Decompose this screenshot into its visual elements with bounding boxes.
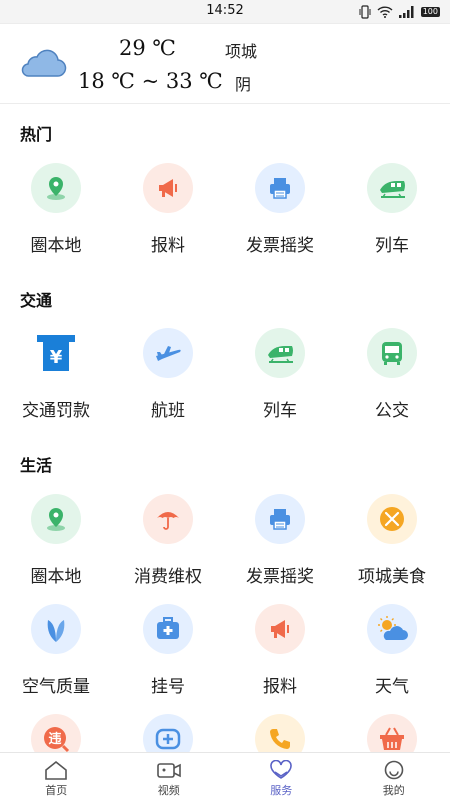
tile-label: 圈本地 (30, 567, 82, 587)
tile-label: 天气 (375, 677, 409, 697)
violation-glyph: 违 (48, 731, 61, 747)
map-pin-icon (31, 163, 81, 213)
tile-label: 报料 (263, 677, 297, 697)
tile-label: 挂号 (151, 677, 185, 697)
weather-panel[interactable]: 29 ℃ 18 ℃ ~ 33 ℃ 项城 阴 (0, 24, 450, 104)
status-bar: 14:52 100 (0, 0, 450, 24)
fine-icon: ¥ (31, 328, 81, 378)
vibrate-icon (359, 5, 371, 19)
section-title-hot: 热门 (20, 125, 53, 144)
section-title-traffic: 交通 (20, 291, 53, 310)
tile-life-food[interactable]: 项城美食 (336, 494, 448, 587)
tile-life-local[interactable]: 圈本地 (0, 494, 112, 587)
tile-label: 列车 (375, 236, 409, 256)
tile-label: 发票摇奖 (246, 236, 314, 256)
megaphone-icon (143, 163, 193, 213)
train-icon (255, 328, 305, 378)
weather-condition: 阴 (235, 75, 252, 94)
tile-label: 圈本地 (30, 236, 82, 256)
home-icon (45, 760, 68, 780)
nav-profile[interactable]: 我的 (338, 753, 450, 800)
nav-service[interactable]: 服务 (225, 753, 338, 800)
tile-label: 公交 (375, 401, 409, 421)
leaf-icon (31, 604, 81, 654)
tile-life-consumer-rights[interactable]: 消费维权 (112, 494, 224, 587)
tile-label: 项城美食 (358, 567, 426, 587)
nav-label: 服务 (270, 784, 293, 797)
tile-life-invoice[interactable]: 发票摇奖 (224, 494, 336, 587)
tile-label: 空气质量 (22, 677, 90, 697)
status-icons: 100 (359, 4, 440, 20)
temperature-range: 18 ℃ ~ 33 ℃ (78, 69, 223, 93)
tile-label: 航班 (151, 401, 185, 421)
tile-hot-invoice[interactable]: 发票摇奖 (224, 163, 336, 256)
weather-city: 项城 (225, 42, 258, 61)
profile-icon (384, 760, 404, 780)
megaphone-icon (255, 604, 305, 654)
current-temperature: 29 ℃ (119, 36, 176, 60)
nav-label: 视频 (157, 784, 180, 797)
medical-kit-icon (143, 604, 193, 654)
tile-life-registration[interactable]: 挂号 (112, 604, 224, 697)
tile-traffic-fine[interactable]: ¥ 交通罚款 (0, 328, 112, 421)
section-title-life: 生活 (20, 456, 53, 475)
tile-label: 发票摇奖 (246, 567, 314, 587)
nav-label: 首页 (45, 784, 68, 797)
tile-hot-local[interactable]: 圈本地 (0, 163, 112, 256)
nav-label: 我的 (382, 784, 405, 797)
tile-hot-train[interactable]: 列车 (336, 163, 448, 256)
nav-video[interactable]: 视频 (113, 753, 226, 800)
tile-label: 列车 (263, 401, 297, 421)
tile-life-air-quality[interactable]: 空气质量 (0, 604, 112, 697)
weather-icon (367, 604, 417, 654)
wifi-icon (377, 6, 393, 18)
bus-icon (367, 328, 417, 378)
train-icon (367, 163, 417, 213)
map-pin-icon (31, 494, 81, 544)
tile-label: 交通罚款 (22, 401, 90, 421)
svg-text:¥: ¥ (50, 347, 63, 368)
plane-icon (143, 328, 193, 378)
signal-icon (398, 6, 414, 18)
tile-label: 消费维权 (134, 567, 202, 587)
bottom-navigation: 首页 视频 服务 我的 (0, 752, 450, 800)
cloud-icon (21, 49, 67, 77)
battery-indicator: 100 (420, 7, 440, 17)
tile-traffic-bus[interactable]: 公交 (336, 328, 448, 421)
service-heart-icon (270, 760, 293, 779)
tile-hot-report[interactable]: 报料 (112, 163, 224, 256)
umbrella-icon (143, 494, 193, 544)
tile-life-report[interactable]: 报料 (224, 604, 336, 697)
tile-traffic-train[interactable]: 列车 (224, 328, 336, 421)
video-icon (156, 763, 181, 778)
printer-icon (255, 163, 305, 213)
printer-icon (255, 494, 305, 544)
nav-home[interactable]: 首页 (0, 753, 113, 800)
utensils-icon (367, 494, 417, 544)
tile-label: 报料 (151, 236, 185, 256)
tile-life-weather[interactable]: 天气 (336, 604, 448, 697)
tile-traffic-flight[interactable]: 航班 (112, 328, 224, 421)
